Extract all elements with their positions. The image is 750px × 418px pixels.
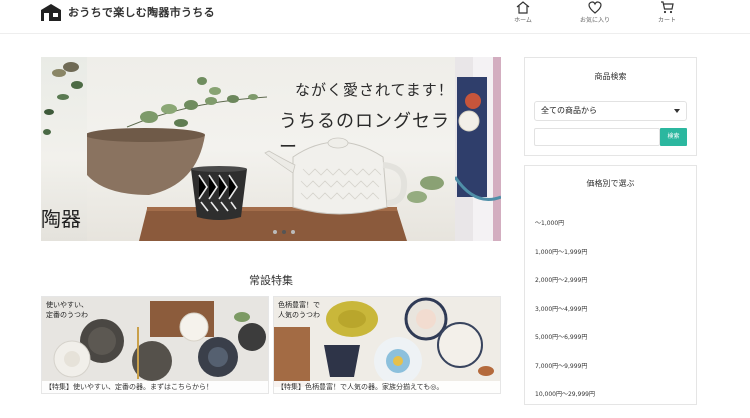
leaf-decoration bbox=[43, 62, 83, 135]
hero-carousel[interactable]: 陶器 ながく愛されてます！ うちるのロングセラー bbox=[41, 57, 501, 241]
price-filter-title: 価格別で選ぶ bbox=[586, 179, 635, 188]
house-logo-icon bbox=[41, 4, 61, 21]
category-select-value: 全ての商品から bbox=[541, 106, 597, 115]
cart-icon bbox=[661, 1, 674, 14]
product-search-panel: 商品検索 全ての商品から 検索 bbox=[524, 57, 697, 156]
hero-copy-line1: ながく愛されてます！ bbox=[295, 81, 454, 99]
price-range-link[interactable]: 2,000円～2,999円 bbox=[535, 275, 595, 304]
chevron-down-icon bbox=[674, 109, 680, 113]
feature-card-tag: 色柄豊富！で 人気のうつわ bbox=[278, 300, 320, 320]
nav-home-label: ホーム bbox=[514, 17, 532, 24]
heart-icon bbox=[588, 1, 602, 14]
price-filter-panel: 価格別で選ぶ ～1,000円 1,000円～1,999円 2,000円～2,99… bbox=[524, 165, 697, 405]
price-range-link[interactable]: ～1,000円 bbox=[535, 218, 595, 247]
feature-card-caption[interactable]: 【特集】色柄豊富！で人気の器。家族分揃えても◎。 bbox=[274, 381, 500, 393]
carousel-dot[interactable] bbox=[273, 230, 277, 234]
keyword-input[interactable] bbox=[534, 128, 660, 146]
product-search-title: 商品検索 bbox=[594, 72, 627, 81]
hero-slide-active[interactable]: ながく愛されてます！ うちるのロングセラー bbox=[87, 57, 455, 241]
site-logo[interactable]: おうちで楽しむ陶器市うちる bbox=[40, 3, 215, 21]
feature-tag-line1: 色柄豊富！で bbox=[278, 301, 320, 309]
feature-card-standard[interactable]: 使いやすい、 定番のうつわ 【特集】使いやすい、定番の器。まずはこちらから！ bbox=[41, 296, 269, 394]
nav-home[interactable]: ホーム bbox=[498, 0, 548, 24]
search-button[interactable]: 検索 bbox=[660, 128, 687, 146]
carousel-dot-active[interactable] bbox=[282, 230, 286, 234]
nav-cart[interactable]: カート bbox=[642, 0, 692, 24]
nav-cart-label: カート bbox=[657, 17, 676, 24]
hero-left-slide-text: 陶器 bbox=[41, 207, 81, 231]
home-icon bbox=[516, 1, 530, 14]
carousel-dots bbox=[273, 230, 295, 234]
price-range-list: ～1,000円 1,000円～1,999円 2,000円～2,999円 3,00… bbox=[535, 218, 595, 418]
nav-favorites[interactable]: お気に入り bbox=[570, 0, 620, 24]
hero-copy-line2: うちるのロングセラー bbox=[279, 111, 450, 158]
hero-slide-next[interactable] bbox=[455, 57, 501, 241]
price-range-link[interactable]: 3,000円～4,999円 bbox=[535, 304, 595, 333]
feature-card-caption[interactable]: 【特集】使いやすい、定番の器。まずはこちらから！ bbox=[42, 381, 268, 393]
feature-card-popular[interactable]: 色柄豊富！で 人気のうつわ 【特集】色柄豊富！で人気の器。家族分揃えても◎。 bbox=[273, 296, 501, 394]
price-range-link[interactable]: 1,000円～1,999円 bbox=[535, 247, 595, 276]
price-range-link[interactable]: 5,000円～6,999円 bbox=[535, 332, 595, 361]
price-range-link[interactable]: 7,000円～9,999円 bbox=[535, 361, 595, 390]
site-header: おうちで楽しむ陶器市うちる ホーム お気に入り カート bbox=[0, 0, 750, 34]
hero-slide-prev[interactable]: 陶器 bbox=[41, 57, 87, 241]
carousel-dot[interactable] bbox=[291, 230, 295, 234]
feature-tag-line2: 人気のうつわ bbox=[278, 311, 320, 319]
feature-tag-line1: 使いやすい、 bbox=[46, 301, 88, 309]
price-range-link[interactable]: 10,000円～29,999円 bbox=[535, 389, 595, 418]
nav-favorites-label: お気に入り bbox=[579, 17, 610, 24]
feature-tag-line2: 定番のうつわ bbox=[46, 311, 88, 319]
feature-card-tag: 使いやすい、 定番のうつわ bbox=[46, 300, 88, 320]
next-slide-preview bbox=[455, 57, 501, 241]
site-title: おうちで楽しむ陶器市うちる bbox=[68, 6, 215, 19]
header-nav: ホーム お気に入り カート bbox=[498, 0, 692, 24]
features-title: 常設特集 bbox=[249, 274, 293, 287]
category-select[interactable]: 全ての商品から bbox=[534, 101, 687, 121]
